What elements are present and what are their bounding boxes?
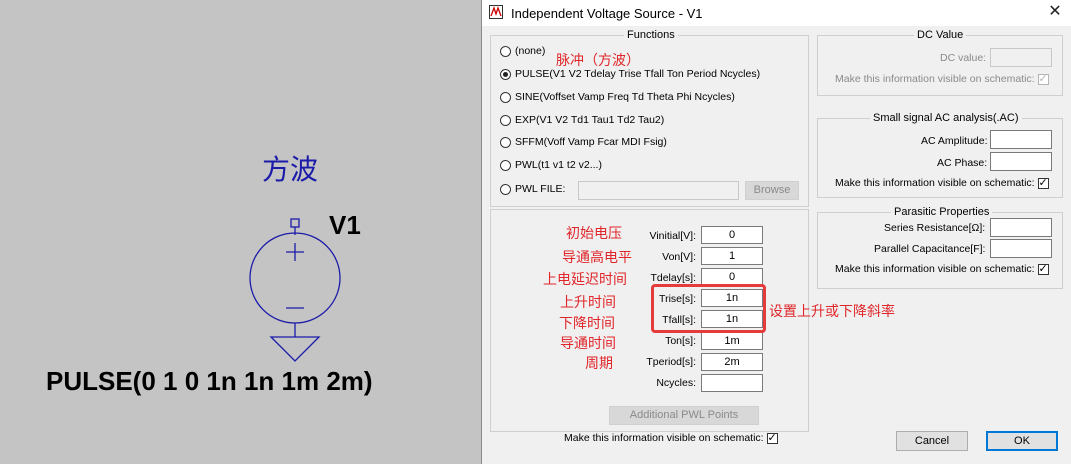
component-value-label[interactable]: PULSE(0 1 0 1n 1n 1m 2m) — [46, 366, 373, 397]
radio-exp[interactable] — [500, 114, 511, 126]
parasitic-visible-label: Make this information visible on schemat… — [835, 263, 1035, 275]
tperiod-input[interactable]: 2m — [701, 353, 763, 371]
dc-visible-row[interactable]: Make this information visible on schemat… — [835, 72, 1049, 86]
radio-pwl-file[interactable] — [500, 183, 511, 195]
dialog-title: Independent Voltage Source - V1 — [511, 6, 703, 21]
function-option-sine[interactable]: SINE(Voffset Vamp Freq Td Theta Phi Ncyc… — [500, 89, 735, 105]
parasitic-visible-row[interactable]: Make this information visible on schemat… — [835, 262, 1049, 276]
ac-amplitude-input[interactable] — [990, 130, 1052, 149]
ltspice-app-icon — [489, 5, 503, 19]
ac-analysis-group-title: Small signal AC analysis(.AC) — [870, 112, 1022, 124]
annotation-vinitial: 初始电压 — [566, 226, 622, 242]
annotation-tfall: 下降时间 — [559, 316, 615, 332]
annotation-slope: 设置上升或下降斜率 — [769, 304, 895, 320]
radio-pwl-file-label: PWL FILE: — [515, 183, 566, 195]
radio-none[interactable] — [500, 45, 511, 57]
pwl-file-input[interactable] — [578, 181, 739, 200]
dc-visible-label: Make this information visible on schemat… — [835, 73, 1035, 85]
ac-amplitude-label: AC Amplitude: — [921, 135, 988, 147]
visible-on-schematic-label: Make this information visible on schemat… — [564, 432, 764, 444]
close-icon[interactable]: ✕ — [1045, 2, 1065, 22]
radio-pulse[interactable] — [500, 68, 511, 80]
voltage-source-dialog: Independent Voltage Source - V1 ✕ Functi… — [481, 0, 1071, 464]
annotation-tdelay: 上电延迟时间 — [543, 272, 627, 288]
ac-phase-label: AC Phase: — [937, 157, 988, 169]
function-option-exp[interactable]: EXP(V1 V2 Td1 Tau1 Td2 Tau2) — [500, 112, 664, 128]
parasitic-group-title: Parasitic Properties — [891, 206, 993, 218]
radio-pwl[interactable] — [500, 159, 511, 171]
radio-sine[interactable] — [500, 91, 511, 103]
source-pin-top — [290, 218, 300, 228]
annotation-pulse: 脉冲（方波） — [556, 53, 640, 69]
dc-visible-checkbox[interactable] — [1037, 72, 1049, 86]
annotation-trise: 上升时间 — [560, 295, 616, 311]
function-option-pwl[interactable]: PWL(t1 v1 t2 v2...) — [500, 157, 602, 173]
functions-group-title: Functions — [624, 29, 678, 41]
radio-sine-label: SINE(Voffset Vamp Freq Td Theta Phi Ncyc… — [515, 91, 735, 103]
browse-button[interactable]: Browse — [745, 181, 799, 200]
ncycles-input[interactable] — [701, 374, 763, 392]
trise-tfall-highlight — [651, 284, 766, 333]
schematic-label-square-wave[interactable]: 方波 — [262, 148, 318, 188]
parallel-capacitance-label: Parallel Capacitance[F]: — [874, 243, 986, 255]
visible-on-schematic-row[interactable]: Make this information visible on schemat… — [564, 431, 778, 445]
ncycles-label: Ncycles: — [656, 377, 696, 389]
ac-phase-input[interactable] — [990, 152, 1052, 171]
ac-visible-checkbox[interactable] — [1037, 176, 1049, 190]
annotation-ton: 导通时间 — [560, 336, 616, 352]
radio-sffm-label: SFFM(Voff Vamp Fcar MDI Fsig) — [515, 136, 667, 148]
ground-symbol — [269, 336, 321, 362]
dc-value-label: DC value: — [940, 52, 987, 64]
ac-visible-label: Make this information visible on schemat… — [835, 177, 1035, 189]
dc-value-group-title: DC Value — [914, 29, 967, 41]
ac-visible-row[interactable]: Make this information visible on schemat… — [835, 176, 1049, 190]
series-resistance-input[interactable] — [990, 218, 1052, 237]
radio-sffm[interactable] — [500, 136, 511, 148]
radio-exp-label: EXP(V1 V2 Td1 Tau1 Td2 Tau2) — [515, 114, 665, 126]
function-option-sffm[interactable]: SFFM(Voff Vamp Fcar MDI Fsig) — [500, 134, 667, 150]
visible-on-schematic-checkbox[interactable] — [766, 431, 778, 445]
series-resistance-label: Series Resistance[Ω]: — [884, 222, 986, 234]
radio-none-label: (none) — [515, 45, 546, 57]
dc-value-input[interactable] — [990, 48, 1052, 67]
additional-pwl-points-button[interactable]: Additional PWL Points — [609, 406, 759, 425]
voltage-source-symbol[interactable] — [245, 210, 350, 370]
parallel-capacitance-input[interactable] — [990, 239, 1052, 258]
radio-pwl-label: PWL(t1 v1 t2 v2...) — [515, 159, 602, 171]
von-input[interactable]: 1 — [701, 247, 763, 265]
ok-button[interactable]: OK — [986, 431, 1058, 451]
title-bar[interactable]: Independent Voltage Source - V1 ✕ — [482, 0, 1071, 26]
annotation-tperiod: 周期 — [585, 356, 613, 372]
cancel-button[interactable]: Cancel — [896, 431, 968, 451]
schematic-canvas[interactable]: 方波 V1 PULSE(0 1 0 1n 1n 1m 2m) — [0, 0, 481, 464]
vinitial-input[interactable]: 0 — [701, 226, 763, 244]
function-option-none[interactable]: (none) — [500, 43, 545, 59]
annotation-von: 导通高电平 — [562, 250, 632, 266]
ton-input[interactable]: 1m — [701, 332, 763, 350]
parasitic-visible-checkbox[interactable] — [1037, 262, 1049, 276]
function-option-pwl-file[interactable]: PWL FILE: — [500, 181, 565, 197]
